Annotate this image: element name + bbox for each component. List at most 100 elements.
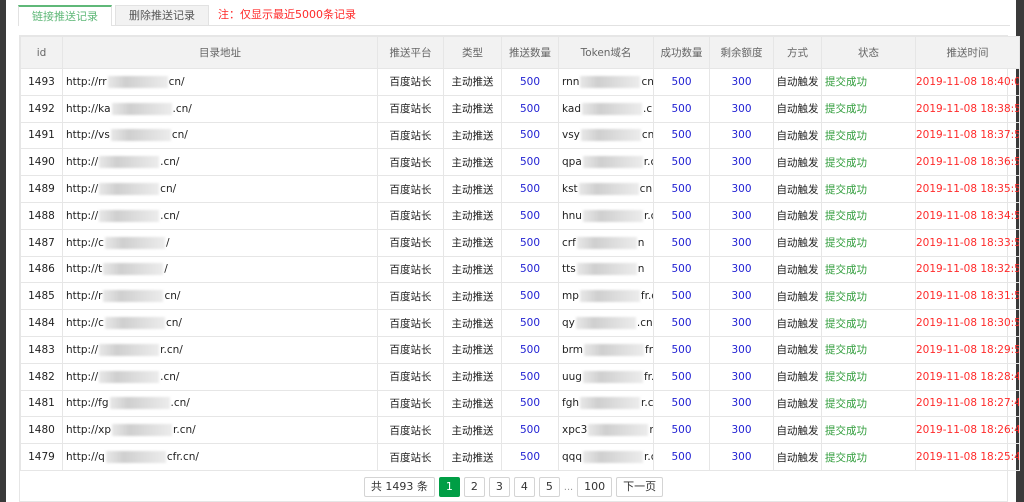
- cell-token: vsy cn: [558, 121, 654, 150]
- cell-token: brm fr.cn: [558, 335, 654, 364]
- cell-status: 提交成功: [821, 201, 916, 230]
- cell-id: 1481: [20, 389, 63, 418]
- cell-token: rnn cn: [558, 68, 654, 96]
- cell-id: 1479: [20, 443, 63, 471]
- cell-mode: 自动触发: [773, 94, 822, 123]
- cell-token-prefix: qy: [562, 317, 575, 330]
- page-ellipsis: ...: [563, 481, 574, 493]
- cell-type: 主动推送: [443, 389, 502, 418]
- cell-url-prefix: http://q: [66, 451, 105, 464]
- cell-success: 500: [653, 94, 710, 123]
- tab-push-records[interactable]: 链接推送记录: [18, 5, 112, 26]
- cell-mode: 自动触发: [773, 255, 822, 284]
- redacted-block: [99, 370, 160, 383]
- cell-mode: 自动触发: [773, 282, 822, 311]
- cell-url-prefix: http://fg: [66, 397, 109, 410]
- cell-url: http://fg .cn/: [62, 389, 378, 418]
- redacted-block: [580, 397, 641, 410]
- page-button-2[interactable]: 2: [463, 477, 485, 497]
- cell-token: qpa r.cn: [558, 148, 654, 177]
- table-body: 1493 http://rr cn/百度站长 主动推送 500 rnn cn 500 300 自动…: [20, 68, 1020, 471]
- table-row: 1480http://xpr.cn/百度站长主动推送500xpc3r.cn500…: [20, 416, 1020, 445]
- cell-time: 2019-11-08 18:31:52: [915, 282, 1020, 311]
- cell-success: 500: [653, 228, 710, 257]
- page-button-5[interactable]: 5: [538, 477, 560, 497]
- cell-url: http://t /: [62, 255, 378, 284]
- page-button-3[interactable]: 3: [488, 477, 510, 497]
- cell-remaining: 300: [709, 389, 774, 418]
- cell-mode: 自动触发: [773, 362, 822, 391]
- cell-url-prefix: http://t: [66, 263, 103, 276]
- col-header-token: Token域名: [558, 36, 654, 69]
- cell-success: 500: [653, 148, 710, 177]
- cell-remaining: 300: [709, 121, 774, 150]
- cell-url: http:// r.cn/: [62, 335, 378, 364]
- cell-platform: 百度站长: [377, 68, 444, 96]
- cell-count: 500: [501, 68, 559, 96]
- cell-status: 提交成功: [821, 416, 916, 445]
- cell-mode: 自动触发: [773, 416, 822, 445]
- cell-token-suffix: n: [637, 236, 645, 249]
- cell-mode: 自动触发: [773, 309, 822, 337]
- tab-deleted-records[interactable]: 删除推送记录: [115, 5, 209, 25]
- cell-count: 500: [501, 94, 559, 123]
- cell-status: 提交成功: [821, 121, 916, 150]
- cell-time: 2019-11-08 18:34:55: [915, 201, 1020, 230]
- cell-time: 2019-11-08 18:28:49: [915, 362, 1020, 391]
- next-page-button[interactable]: 下一页: [616, 477, 664, 497]
- cell-time: 2019-11-08 18:37:58: [915, 121, 1020, 150]
- cell-time: 2019-11-08 18:36:57: [915, 148, 1020, 177]
- redacted-block: [582, 209, 643, 222]
- cell-platform: 百度站长: [377, 228, 444, 257]
- cell-url: http:// cn/: [62, 175, 378, 203]
- page-button-1[interactable]: 1: [438, 477, 460, 497]
- cell-status: 提交成功: [821, 389, 916, 418]
- cell-token: kad .cn: [558, 94, 654, 123]
- cell-remaining: 300: [709, 148, 774, 177]
- cell-remaining: 300: [709, 443, 774, 471]
- page-button-last[interactable]: 100: [577, 477, 613, 497]
- cell-type: 主动推送: [443, 309, 502, 337]
- pagination: 共 1493 条 1 2 3 4 5 ... 100 下一页: [20, 477, 1007, 497]
- cell-type: 主动推送: [443, 121, 502, 150]
- table-row: 1481http://fg.cn/百度站长主动推送500fghr.cn50030…: [20, 389, 1020, 418]
- cell-id: 1485: [20, 282, 63, 311]
- cell-id: 1486: [20, 255, 63, 284]
- cell-count: 500: [501, 335, 559, 364]
- cell-status: 提交成功: [821, 148, 916, 177]
- page-button-4[interactable]: 4: [513, 477, 535, 497]
- cell-count: 500: [501, 362, 559, 391]
- cell-url-suffix: .cn/: [160, 156, 180, 169]
- cell-id: 1490: [20, 148, 63, 177]
- cell-count: 500: [501, 443, 559, 471]
- col-header-type: 类型: [443, 36, 502, 69]
- cell-status: 提交成功: [821, 228, 916, 257]
- cell-status: 提交成功: [821, 94, 916, 123]
- cell-time: 2019-11-08 18:25:46: [915, 443, 1020, 471]
- cell-token-prefix: qqq: [562, 451, 582, 464]
- cell-mode: 自动触发: [773, 68, 822, 96]
- cell-url-suffix: cn/: [160, 183, 177, 196]
- cell-mode: 自动触发: [773, 389, 822, 418]
- cell-url: http://c /: [62, 228, 378, 257]
- cell-success: 500: [653, 416, 710, 445]
- cell-url-suffix: /: [164, 263, 168, 276]
- cell-count: 500: [501, 309, 559, 337]
- cell-url: http://ka .cn/: [62, 94, 378, 123]
- cell-token-suffix: fr.cn: [640, 290, 653, 303]
- cell-token-suffix: r.cn: [644, 451, 653, 464]
- cell-status: 提交成功: [821, 255, 916, 284]
- redacted-block: [99, 156, 160, 169]
- cell-count: 500: [501, 201, 559, 230]
- cell-time: 2019-11-08 18:33:53: [915, 228, 1020, 257]
- cell-time: 2019-11-08 18:35:56: [915, 175, 1020, 203]
- cell-token-prefix: kad: [562, 102, 581, 115]
- redacted-block: [105, 451, 166, 464]
- cell-time: 2019-11-08 18:40:00: [915, 68, 1020, 96]
- cell-status: 提交成功: [821, 309, 916, 337]
- cell-success: 500: [653, 255, 710, 284]
- redacted-block: [582, 156, 643, 169]
- cell-count: 500: [501, 282, 559, 311]
- cell-success: 500: [653, 362, 710, 391]
- col-header-success: 成功数量: [653, 36, 710, 69]
